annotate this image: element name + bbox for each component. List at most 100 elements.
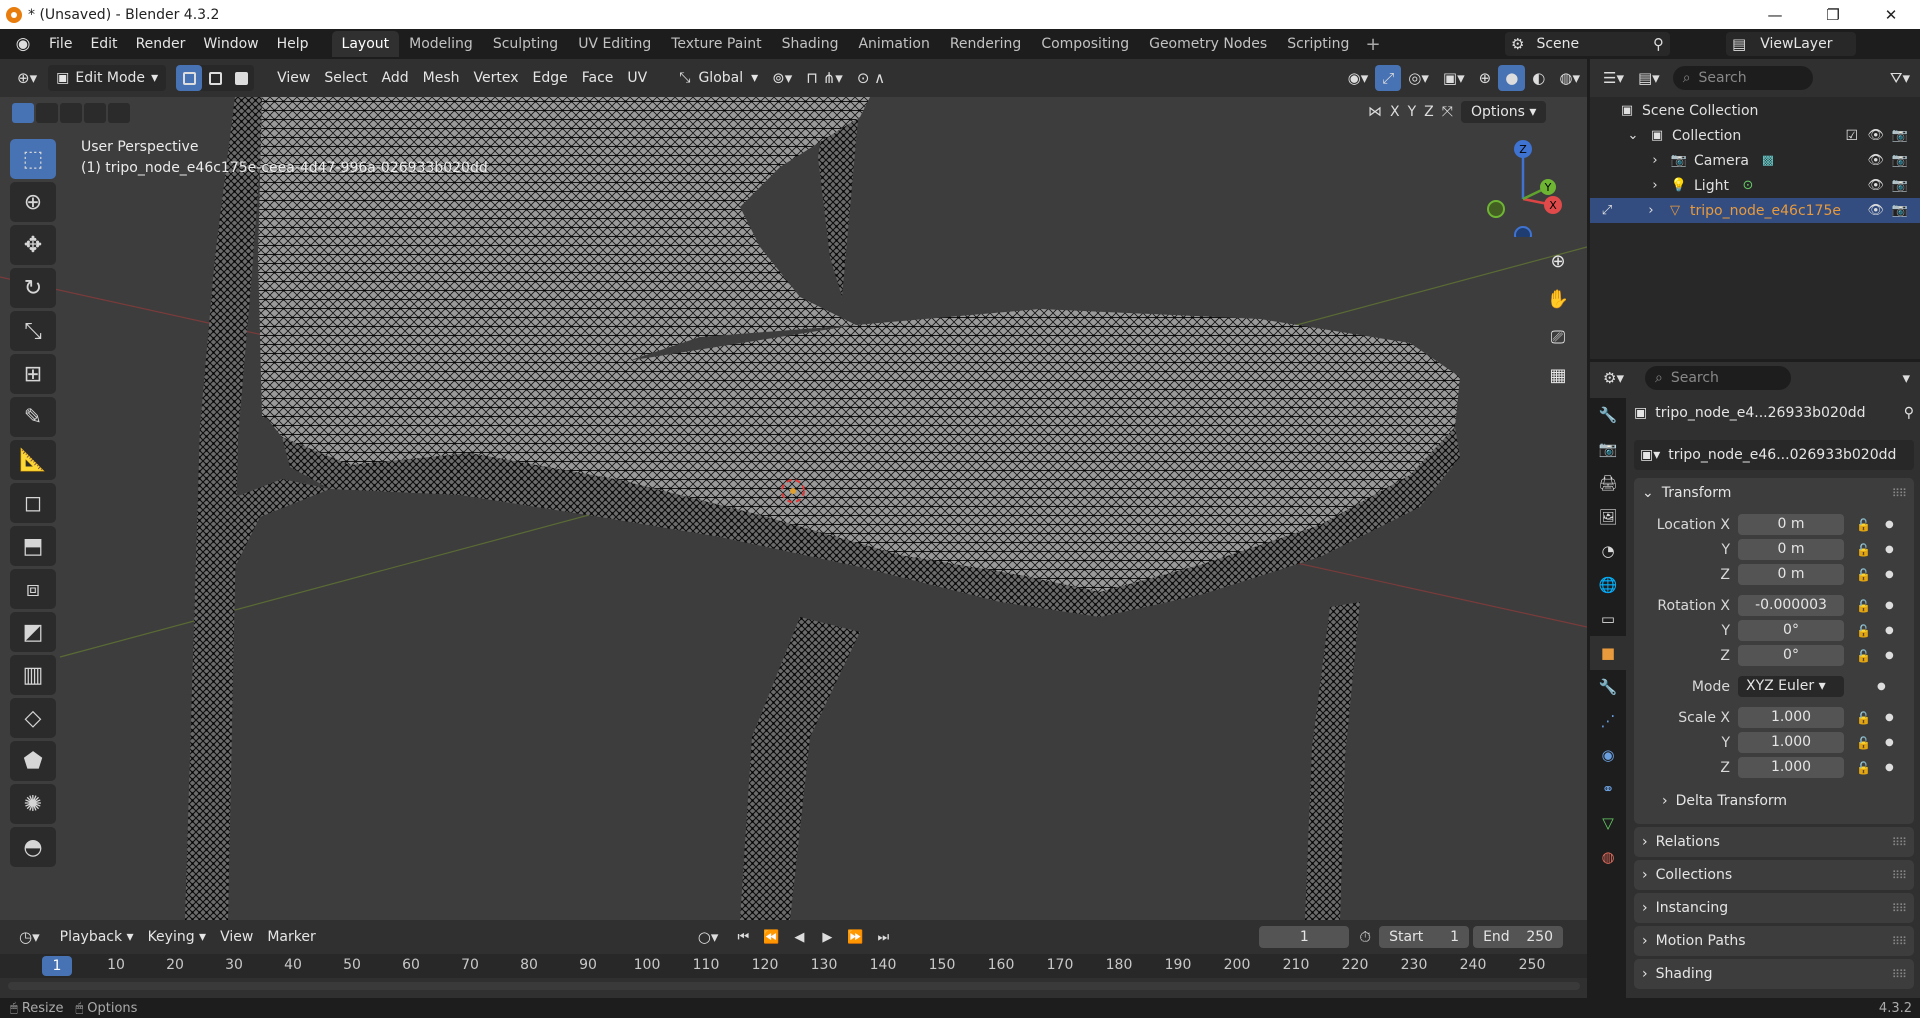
chevron-right-icon[interactable]: › — [1646, 152, 1664, 170]
mirror-icon[interactable]: ⋈ — [1368, 104, 1382, 120]
select-intersect-button[interactable] — [108, 103, 130, 123]
collections-panel[interactable]: › Collections ⠿⠿ — [1634, 860, 1914, 890]
vertex-select-button[interactable] — [176, 65, 203, 91]
timeline-editor-type-icon[interactable]: ◷▾ — [12, 924, 47, 950]
timeline-scrollbar[interactable] — [8, 982, 1580, 990]
select-new-button[interactable] — [12, 103, 34, 123]
keyframe-dot-icon[interactable]: ● — [1885, 544, 1894, 555]
keyframe-dot-icon[interactable]: ● — [1885, 600, 1894, 611]
menu-edge[interactable]: Edge — [526, 65, 575, 91]
menu-vertex[interactable]: Vertex — [467, 65, 526, 91]
keying-menu[interactable]: Keying ▾ — [141, 924, 214, 950]
chevron-right-icon[interactable]: › — [1646, 177, 1664, 195]
object-data-selector[interactable]: ▣▾ tripo_node_e46...026933b020dd — [1634, 440, 1914, 470]
eye-icon[interactable]: 👁 — [1867, 128, 1884, 143]
prev-keyframe-icon[interactable]: ⏪ — [759, 926, 783, 948]
menu-select[interactable]: Select — [317, 65, 374, 91]
keyframe-dot-icon[interactable]: ● — [1885, 762, 1894, 773]
maximize-button[interactable]: ❐ — [1804, 0, 1862, 29]
lock-icon[interactable]: 🔓 — [1856, 736, 1871, 750]
rotation-x-field[interactable]: -0.000003 — [1738, 595, 1844, 616]
drag-grip-icon[interactable]: ⠿⠿ — [1892, 935, 1907, 948]
menu-help[interactable]: Help — [268, 32, 318, 56]
ortho-grid-icon[interactable]: ▦ — [1542, 359, 1574, 391]
loop-cut-tool-icon[interactable]: ▥ — [10, 655, 56, 695]
location-x-field[interactable]: 0 m — [1738, 514, 1844, 535]
select-extend-button[interactable] — [36, 103, 58, 123]
rotate-tool-icon[interactable]: ↻ — [10, 268, 56, 308]
annotate-tool-icon[interactable]: ✎ — [10, 397, 56, 437]
scene-selector[interactable]: ⚙ Scene ⚲ — [1505, 32, 1670, 56]
axis-y-toggle[interactable]: Y — [1408, 104, 1417, 120]
material-tab-icon[interactable]: ◍ — [1590, 840, 1626, 874]
view-layer-selector[interactable]: ▤ ViewLayer — [1726, 32, 1856, 56]
current-frame-field[interactable]: 1 — [1259, 926, 1350, 948]
delta-transform-subpanel[interactable]: › Delta Transform — [1634, 786, 1914, 816]
transform-orientation-selector[interactable]: ⤡ Global ▾ — [672, 65, 765, 91]
outliner-editor-type-icon[interactable]: ☰▾ — [1596, 65, 1631, 91]
scene-tab-icon[interactable]: ◔ — [1590, 534, 1626, 568]
chevron-down-icon[interactable]: ⌄ — [1624, 127, 1642, 145]
options-dropdown[interactable]: Options ▾ — [1460, 101, 1547, 123]
menu-view[interactable]: View — [270, 65, 317, 91]
constraints-tab-icon[interactable]: ⚭ — [1590, 772, 1626, 806]
mesh-data-tab-icon[interactable]: ▽ — [1590, 806, 1626, 840]
tab-modeling[interactable]: Modeling — [399, 31, 483, 57]
modifier-tab-icon[interactable]: 🔧 — [1590, 670, 1626, 704]
pin-icon[interactable]: ⚲ — [1653, 35, 1664, 53]
auto-keying-icon[interactable]: ○▾ — [691, 924, 726, 950]
play-icon[interactable]: ▶ — [815, 926, 839, 948]
world-tab-icon[interactable]: 🌐 — [1590, 568, 1626, 602]
tab-texture-paint[interactable]: Texture Paint — [661, 31, 771, 57]
auto-merge-icon[interactable]: ⤧ — [1442, 104, 1453, 120]
scene-collection-row[interactable]: ▣ Scene Collection — [1590, 98, 1920, 123]
menu-window[interactable]: Window — [194, 32, 267, 56]
tab-uv-editing[interactable]: UV Editing — [568, 31, 661, 57]
drag-grip-icon[interactable]: ⠿⠿ — [1892, 869, 1907, 882]
edit-mode-icon[interactable]: ⤢ — [1598, 202, 1616, 220]
minimize-button[interactable]: — — [1746, 0, 1804, 29]
keyframe-dot-icon[interactable]: ● — [1885, 737, 1894, 748]
location-y-field[interactable]: 0 m — [1738, 539, 1844, 560]
pivot-point-icon[interactable]: ⊚▾ — [765, 65, 799, 91]
view-layer-tab-icon[interactable]: 🖼 — [1590, 500, 1626, 534]
lock-icon[interactable]: 🔓 — [1856, 624, 1871, 638]
next-keyframe-icon[interactable]: ⏩ — [843, 926, 867, 948]
transform-tool-icon[interactable]: ⊞ — [10, 354, 56, 394]
object-tab-icon[interactable]: ■ — [1590, 636, 1626, 670]
extrude-tool-icon[interactable]: ⬒ — [10, 526, 56, 566]
wireframe-shading-icon[interactable]: ⊕ — [1472, 65, 1499, 91]
properties-editor-type-icon[interactable]: ⚙▾ — [1596, 365, 1631, 391]
drag-grip-icon[interactable]: ⠿⠿ — [1892, 968, 1907, 981]
tab-scripting[interactable]: Scripting — [1277, 31, 1359, 57]
spin-tool-icon[interactable]: ✺ — [10, 784, 56, 824]
axis-z-toggle[interactable]: Z — [1424, 104, 1434, 120]
timeline-view-menu[interactable]: View — [213, 924, 260, 950]
render-camera-icon[interactable]: 📷 — [1892, 153, 1908, 168]
editor-type-icon[interactable]: ⊕▾ — [10, 65, 44, 91]
snap-icon[interactable]: ⊓ ⋔▾ — [799, 65, 850, 91]
material-shading-icon[interactable]: ◐ — [1525, 65, 1552, 91]
physics-tab-icon[interactable]: ◉ — [1590, 738, 1626, 772]
collection-checkbox[interactable]: ☑ — [1845, 128, 1858, 144]
keyframe-dot-icon[interactable]: ● — [1885, 625, 1894, 636]
eye-icon[interactable]: 👁 — [1867, 203, 1884, 218]
end-frame-field[interactable]: End 250 — [1473, 926, 1564, 948]
edge-select-button[interactable] — [202, 65, 228, 91]
navigation-gizmo[interactable]: Z X Y — [1470, 137, 1570, 237]
play-reverse-icon[interactable]: ◀ — [787, 926, 811, 948]
timeline-current-frame-marker[interactable]: 1 — [42, 956, 72, 976]
keyframe-dot-icon[interactable]: ● — [1877, 681, 1886, 692]
inset-tool-icon[interactable]: ⧈ — [10, 569, 56, 609]
rendered-shading-icon[interactable]: ◍▾ — [1552, 65, 1587, 91]
menu-uv[interactable]: UV — [620, 65, 654, 91]
render-tab-icon[interactable]: 📷 — [1590, 432, 1626, 466]
transform-panel-header[interactable]: ⌄ Transform ⠿⠿ — [1634, 478, 1914, 508]
collection-row[interactable]: ⌄ ▣ Collection ☑ 👁 📷 — [1590, 123, 1920, 148]
rotation-y-field[interactable]: 0° — [1738, 620, 1844, 641]
lock-icon[interactable]: 🔓 — [1856, 599, 1871, 613]
face-select-button[interactable] — [228, 65, 254, 91]
visibility-icon[interactable]: ◉▾ — [1341, 65, 1376, 91]
scale-tool-icon[interactable]: ⤡ — [10, 311, 56, 351]
drag-grip-icon[interactable]: ⠿⠿ — [1892, 487, 1907, 500]
